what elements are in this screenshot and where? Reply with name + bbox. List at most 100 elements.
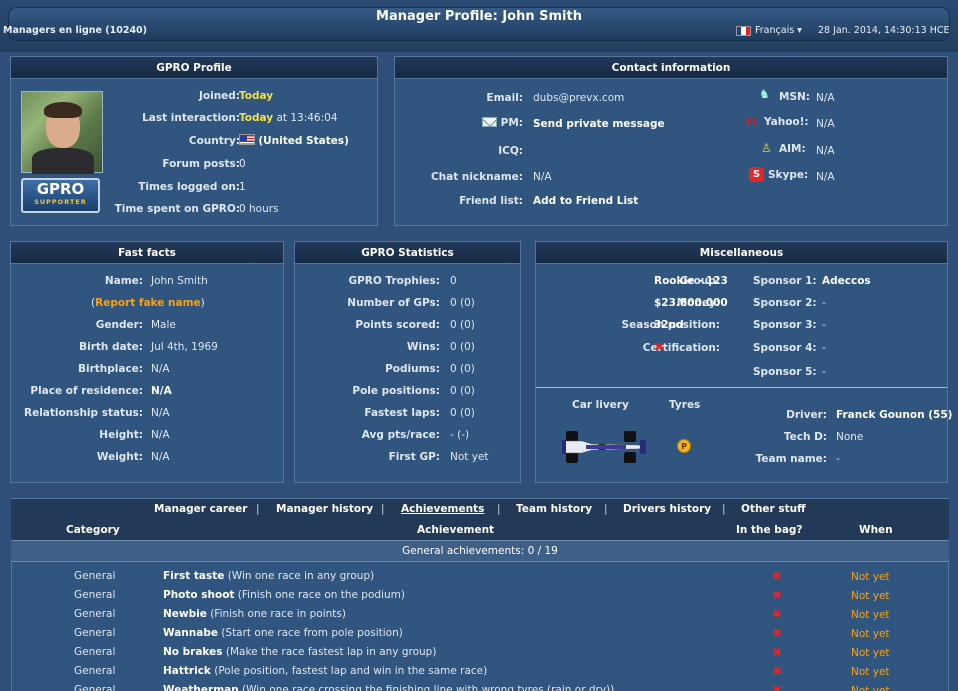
achievement-text: First taste (Win one race in any group) (163, 570, 374, 582)
table-row: General Weatherman (Win one race crossing… (12, 681, 950, 691)
not-achieved-x-icon: ✖ (772, 645, 783, 659)
col-in-the-bag: In the bag? (736, 524, 803, 536)
tab-team-history[interactable]: Team history (516, 503, 592, 515)
joined-label: Joined: (198, 90, 240, 102)
tab-drivers-history[interactable]: Drivers history (623, 503, 711, 515)
podiums-label: Podiums: (385, 363, 440, 375)
achievements-header: Category Achievement In the bag? When (11, 520, 949, 540)
car-livery-label: Car livery (572, 399, 629, 411)
forum-posts-label: Forum posts: (162, 158, 240, 170)
aim-label: AIM: (779, 143, 806, 155)
report-fake-name-link[interactable]: Report fake name (95, 297, 201, 309)
achievement-category: General (74, 684, 116, 691)
send-pm-link[interactable]: Send private message (533, 118, 665, 130)
achievement-name: First taste (163, 570, 225, 582)
achievement-category: General (74, 665, 116, 677)
skype-icon: S (749, 167, 764, 182)
tab-manager-history[interactable]: Manager history (276, 503, 373, 515)
sponsor4-label: Sponsor 4: (753, 342, 817, 354)
sponsor2-label: Sponsor 2: (753, 297, 817, 309)
skype-value: N/A (816, 171, 835, 183)
group-value[interactable]: Rookie - 123 (654, 275, 728, 287)
last-interaction-label: Last interaction: (142, 112, 240, 124)
page-title: Manager Profile: John Smith (376, 9, 582, 24)
points-value: 0 (0) (450, 319, 475, 331)
achievement-when: Not yet (851, 571, 890, 583)
last-interaction-value: Today at 13:46:04 (239, 112, 338, 124)
fastest-laps-value: 0 (0) (450, 407, 475, 419)
birthplace-label: Birthplace: (77, 363, 143, 375)
sponsor1-value: Adeccos (822, 275, 871, 287)
sponsor3-value: - (822, 319, 826, 331)
col-when: When (859, 524, 893, 536)
email-value[interactable]: dubs@prevx.com (533, 92, 624, 104)
col-category: Category (66, 524, 120, 536)
gps-value: 0 (0) (450, 297, 475, 309)
achievement-description: (Start one race from pole position) (217, 627, 403, 639)
not-achieved-x-icon: ✖ (772, 683, 783, 691)
tab-separator: | (604, 503, 608, 515)
table-row: General No brakes (Make the race fastest … (12, 643, 950, 662)
avg-points-value: - (-) (450, 429, 470, 441)
not-achieved-x-icon: ✖ (772, 569, 783, 583)
language-selector[interactable]: Français ▾ (736, 25, 802, 36)
msn-value: N/A (816, 92, 835, 104)
not-achieved-x-icon: ✖ (772, 626, 783, 640)
forum-posts-value: 0 (239, 158, 246, 170)
fast-facts-heading: Fast facts (11, 242, 283, 264)
achievement-name: No brakes (163, 646, 223, 658)
skype-label: Skype: (768, 169, 809, 181)
height-value: N/A (151, 429, 170, 441)
achievement-category: General (74, 589, 116, 601)
yahoo-value: N/A (816, 118, 835, 130)
achievement-description: (Finish one race in points) (206, 608, 346, 620)
tab-achievements[interactable]: Achievements (401, 503, 484, 515)
statistics-heading: GPRO Statistics (295, 242, 520, 264)
tab-other-stuff[interactable]: Other stuff (741, 503, 806, 515)
achievement-category: General (74, 646, 116, 658)
wins-label: Wins: (406, 341, 440, 353)
server-datetime: 28 Jan. 2014, 14:30:13 HCE (818, 25, 950, 36)
achievement-when: Not yet (851, 666, 890, 678)
times-logged-label: Times logged on: (138, 181, 240, 193)
certification-x-icon: ✖ (654, 340, 665, 354)
supporter-badge[interactable]: GPRO SUPPORTER (21, 178, 100, 213)
achievement-category: General (74, 608, 116, 620)
profile-panel: GPRO Profile GPRO SUPPORTER Joined: Toda… (10, 56, 378, 226)
country-name: (United States) (258, 135, 349, 147)
achievement-name: Photo shoot (163, 589, 235, 601)
poles-label: Pole positions: (352, 385, 440, 397)
managers-online-link[interactable]: Managers en ligne (10240) (3, 25, 147, 36)
msn-label: MSN: (779, 91, 810, 103)
money-value: $23.800.000 (654, 297, 728, 309)
yahoo-icon: Y! (745, 117, 757, 128)
add-friend-link[interactable]: Add to Friend List (533, 195, 638, 207)
france-flag-icon (736, 25, 751, 36)
techd-label: Tech D: (783, 431, 827, 443)
profile-tabs: Manager career | Manager history | Achie… (11, 498, 949, 520)
aim-icon: ♙ (761, 141, 772, 155)
tab-manager-career[interactable]: Manager career (154, 503, 247, 515)
achievement-when: Not yet (851, 590, 890, 602)
residence-label: Place of residence: (30, 385, 143, 397)
msn-icon: ♞ (759, 87, 770, 101)
achievement-name: Weatherman (163, 684, 239, 691)
driver-value[interactable]: Franck Gounon (55) (836, 409, 952, 421)
table-row: General Newbie (Finish one race in points… (12, 605, 950, 624)
first-gp-value: Not yet (450, 451, 489, 463)
relationship-label: Relationship status: (24, 407, 143, 419)
techd-value: None (836, 431, 864, 443)
top-bar: Manager Profile: John Smith Managers en … (0, 0, 958, 52)
joined-value: Today (239, 90, 274, 102)
achievement-text: Newbie (Finish one race in points) (163, 608, 346, 620)
sponsor1-label: Sponsor 1: (753, 275, 817, 287)
not-achieved-x-icon: ✖ (772, 664, 783, 678)
achievement-description: (Win one race in any group) (224, 570, 375, 582)
achievement-when: Not yet (851, 609, 890, 621)
tab-separator: | (256, 503, 260, 515)
achievement-text: Photo shoot (Finish one race on the podi… (163, 589, 405, 601)
times-logged-value: 1 (239, 181, 246, 193)
achievement-description: (Finish one race on the podium) (234, 589, 405, 601)
name-label: Name: (104, 275, 143, 287)
achievement-when: Not yet (851, 647, 890, 659)
